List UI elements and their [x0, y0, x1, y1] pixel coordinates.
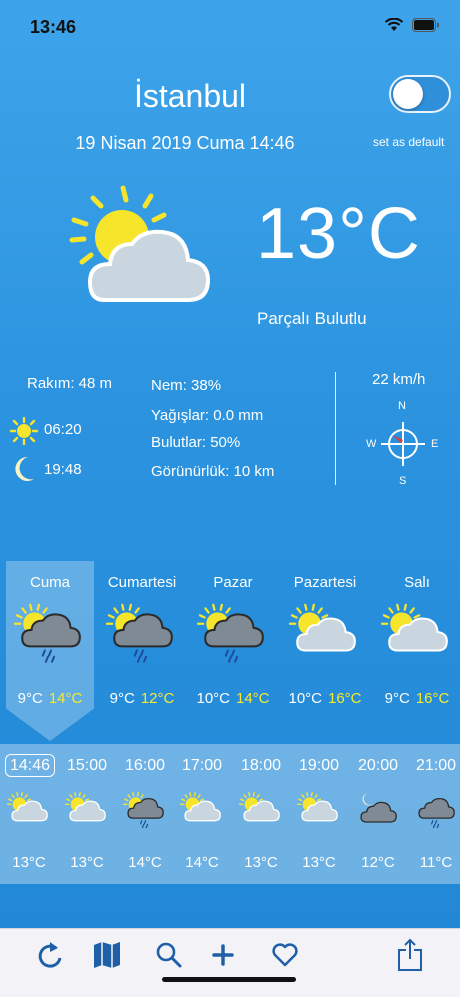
day-name: Pazartesi — [293, 574, 357, 591]
compass-west: W — [366, 438, 377, 450]
cloud-rain-icon — [418, 797, 455, 829]
search-icon[interactable] — [156, 942, 182, 968]
wifi-icon — [384, 18, 404, 31]
hourly-forecast-item[interactable]: 19:00 13°C — [290, 756, 348, 871]
day-temperatures: 9°C 12°C — [96, 690, 188, 707]
day-low-temp: 10°C — [196, 690, 230, 707]
heart-icon[interactable] — [272, 943, 298, 967]
hourly-forecast-item[interactable]: 16:00 14°C — [116, 756, 174, 871]
day-temperatures: 9°C 16°C — [371, 690, 460, 707]
altitude: Rakım: 48 m — [27, 375, 113, 392]
hour-temperature: 13°C — [302, 854, 336, 871]
compass-east: E — [431, 438, 439, 450]
hour-time: 21:00 — [415, 757, 457, 774]
day-name: Pazar — [213, 574, 253, 591]
humidity: Nem: 38% — [151, 377, 222, 394]
partly-cloudy-icon — [69, 185, 211, 302]
refresh-icon[interactable] — [36, 941, 64, 971]
sunrise-icon — [9, 417, 39, 445]
map-icon[interactable] — [92, 941, 122, 969]
hourly-forecast-item[interactable]: 15:00 13°C — [58, 756, 116, 871]
sun-cloud-rain-icon — [14, 603, 81, 663]
status-icons — [384, 18, 440, 32]
hourly-forecast-item[interactable]: 20:00 12°C — [349, 756, 407, 871]
day-high-temp: 16°C — [328, 690, 362, 707]
partly-cloudy-icon — [297, 792, 338, 822]
sun-cloud-rain-icon — [197, 603, 264, 663]
daily-forecast-item[interactable]: Pazar 10°C 14°C — [187, 574, 279, 707]
moon-cloud-icon — [360, 793, 397, 823]
sunrise-time: 06:20 — [44, 421, 82, 438]
day-high-temp: 12°C — [140, 690, 175, 707]
hourly-forecast-item[interactable]: 21:00 11°C — [407, 756, 460, 871]
hour-time: 16:00 — [124, 757, 166, 774]
day-low-temp: 10°C — [288, 690, 322, 707]
hour-temperature: 12°C — [361, 854, 395, 871]
home-indicator — [162, 977, 296, 982]
hourly-forecast-item[interactable]: 18:00 13°C — [232, 756, 290, 871]
sun-cloud-rain-icon — [123, 792, 164, 829]
sun-cloud-rain-icon — [106, 603, 173, 663]
hour-temperature: 13°C — [244, 854, 278, 871]
hour-time: 18:00 — [240, 757, 282, 774]
plus-icon[interactable] — [211, 943, 235, 967]
day-temperatures: 10°C 14°C — [187, 690, 279, 707]
partly-cloudy-icon — [239, 792, 280, 822]
partly-cloudy-icon — [7, 792, 48, 822]
compass-south: S — [399, 475, 407, 487]
compass-north: N — [398, 400, 406, 412]
daily-forecast-item[interactable]: Salı 9°C 16°C — [371, 574, 460, 707]
partly-cloudy-icon — [65, 792, 106, 822]
hourly-forecast-item[interactable]: 17:00 14°C — [173, 756, 231, 871]
current-condition: Parçalı Bulutlu — [257, 309, 367, 328]
visibility: Görünürlük: 10 km — [151, 463, 275, 480]
hour-temperature: 14°C — [128, 854, 162, 871]
city-name: İstanbul — [133, 78, 247, 114]
default-toggle-label: set as default — [373, 135, 445, 149]
hour-time: 19:00 — [298, 757, 340, 774]
hourly-forecast-item[interactable]: 14:46 13°C — [0, 754, 58, 871]
daily-forecast-item[interactable]: Cumartesi 9°C 12°C — [96, 574, 188, 707]
hour-time: 15:00 — [66, 757, 108, 774]
hour-temperature: 14°C — [185, 854, 219, 871]
current-temperature: 13°C — [256, 194, 421, 274]
hour-time: 20:00 — [357, 757, 399, 774]
day-high-temp: 16°C — [415, 690, 450, 707]
wind-compass-icon — [381, 422, 425, 466]
battery-icon — [412, 18, 439, 32]
day-high-temp: 14°C — [236, 690, 270, 707]
date-time: 19 Nisan 2019 Cuma 14:46 — [75, 133, 295, 153]
day-name: Salı — [404, 574, 430, 591]
share-icon[interactable] — [397, 938, 423, 972]
day-low-temp: 9°C — [384, 690, 410, 707]
hour-time: 17:00 — [181, 757, 223, 774]
partly-cloudy-icon — [180, 792, 221, 822]
details-divider — [335, 372, 336, 485]
day-low-temp: 9°C — [109, 690, 135, 707]
day-temperatures: 9°C 14°C — [4, 690, 96, 707]
hour-time: 14:46 — [4, 754, 56, 777]
day-low-temp: 9°C — [17, 690, 43, 707]
hour-temperature: 13°C — [70, 854, 104, 871]
toggle-knob[interactable] — [393, 79, 423, 109]
daily-forecast-item[interactable]: Cuma 9°C 14°C — [4, 574, 96, 707]
moon-icon — [15, 456, 34, 481]
day-name: Cuma — [29, 574, 70, 591]
day-name: Cumartesi — [107, 574, 177, 591]
precipitation: Yağışlar: 0.0 mm — [151, 407, 264, 424]
hour-temperature: 11°C — [419, 854, 453, 871]
default-toggle[interactable] — [389, 75, 451, 113]
partly-cloudy-icon — [289, 603, 356, 652]
wind-speed: 22 km/h — [372, 371, 426, 388]
status-time: 13:46 — [30, 17, 77, 37]
cloud-cover: Bulutlar: 50% — [151, 434, 241, 451]
partly-cloudy-icon — [381, 603, 448, 652]
daily-forecast-item[interactable]: Pazartesi 10°C 16°C — [279, 574, 371, 707]
hour-temperature: 13°C — [12, 854, 46, 871]
day-high-temp: 14°C — [48, 690, 83, 707]
sunset-time: 19:48 — [44, 461, 82, 478]
day-temperatures: 10°C 16°C — [279, 690, 371, 707]
